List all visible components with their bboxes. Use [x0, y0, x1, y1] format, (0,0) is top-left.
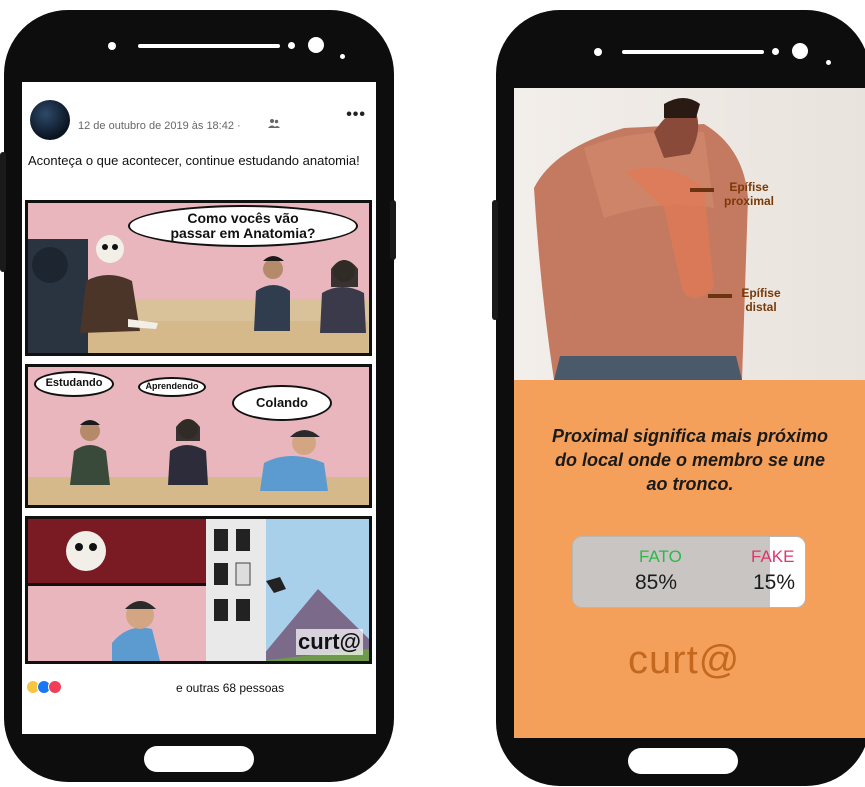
poll-option-fake[interactable]: FAKE	[751, 547, 794, 567]
sensor-dot	[772, 48, 779, 55]
reactions-count-text[interactable]: e outras 68 pessoas	[176, 681, 284, 695]
power-button	[0, 152, 6, 272]
speech-bubble-question: Como vocês vão passar em Anatomia?	[128, 205, 358, 247]
speech-bubble-answer-3-text: Colando	[256, 395, 308, 411]
comic-watermark: curt@	[295, 629, 363, 655]
speech-bubble-answer-3: Colando	[232, 385, 332, 421]
home-button[interactable]	[144, 746, 254, 772]
comic-panel-1: Como vocês vão passar em Anatomia?	[25, 200, 372, 356]
speaker-grille	[138, 44, 280, 48]
more-dots-icon[interactable]: •••	[346, 106, 366, 124]
power-button	[492, 200, 498, 320]
curto-logo: curt@	[628, 636, 758, 684]
post-header: 12 de outubro de 2019 às 18:42 · •••	[30, 98, 370, 146]
proximal-arrow	[690, 188, 714, 192]
friends-icon	[268, 118, 280, 131]
front-camera-dot	[108, 42, 116, 50]
front-camera-lens	[792, 43, 808, 59]
comic-image[interactable]: Como vocês vão passar em Anatomia? Estud…	[25, 200, 372, 665]
front-camera-lens	[308, 37, 324, 53]
poll-fake-percent: 15%	[753, 571, 796, 594]
poll-sticker: FATO FAKE 85% 15%	[572, 536, 806, 608]
speech-bubble-answer-2-text: Aprendendo	[145, 381, 199, 392]
sensor-dot	[340, 54, 345, 59]
volume-button	[390, 200, 396, 260]
comic-watermark-text: curt@	[297, 629, 361, 654]
sensor-dot	[826, 60, 831, 65]
comic-panel-3: curt@	[25, 516, 372, 664]
label-distal: Epífise distal	[728, 286, 794, 314]
speech-bubble-question-text: Como vocês vão passar em Anatomia?	[170, 210, 316, 241]
sensor-dot	[288, 42, 295, 49]
speaker-grille	[622, 50, 764, 54]
label-proximal: Epífise proximal	[716, 180, 782, 208]
curto-logo-text: curt@	[628, 637, 741, 682]
reactions-bar[interactable]: e outras 68 pessoas	[22, 676, 376, 700]
instagram-story-screen: Epífise proximal Epífise distal Proximal…	[514, 88, 865, 738]
love-reaction-icon	[48, 680, 62, 694]
front-camera-dot	[594, 48, 602, 56]
poll-fato-percent: 85%	[635, 571, 678, 594]
anatomy-photo: Epífise proximal Epífise distal	[514, 88, 865, 380]
label-distal-text: Epífise distal	[741, 286, 781, 314]
facebook-post-screen: 12 de outubro de 2019 às 18:42 · ••• Aco…	[22, 82, 376, 734]
label-proximal-text: Epífise proximal	[723, 180, 774, 208]
poll-option-fato[interactable]: FATO	[639, 547, 682, 567]
speech-bubble-answer-1-text: Estudando	[45, 377, 103, 390]
speech-bubble-answer-2: Aprendendo	[138, 377, 206, 397]
story-question-text: Proximal significa mais próximo do local…	[551, 426, 829, 494]
avatar[interactable]	[30, 100, 70, 140]
speech-bubble-answer-1: Estudando	[34, 371, 114, 397]
post-caption: Aconteça o que acontecer, continue estud…	[28, 153, 360, 168]
reaction-icons	[26, 680, 62, 694]
home-button[interactable]	[628, 748, 738, 774]
post-timestamp[interactable]: 12 de outubro de 2019 às 18:42 ·	[78, 120, 241, 132]
comic-panel-2: Estudando Aprendendo Colando	[25, 364, 372, 508]
